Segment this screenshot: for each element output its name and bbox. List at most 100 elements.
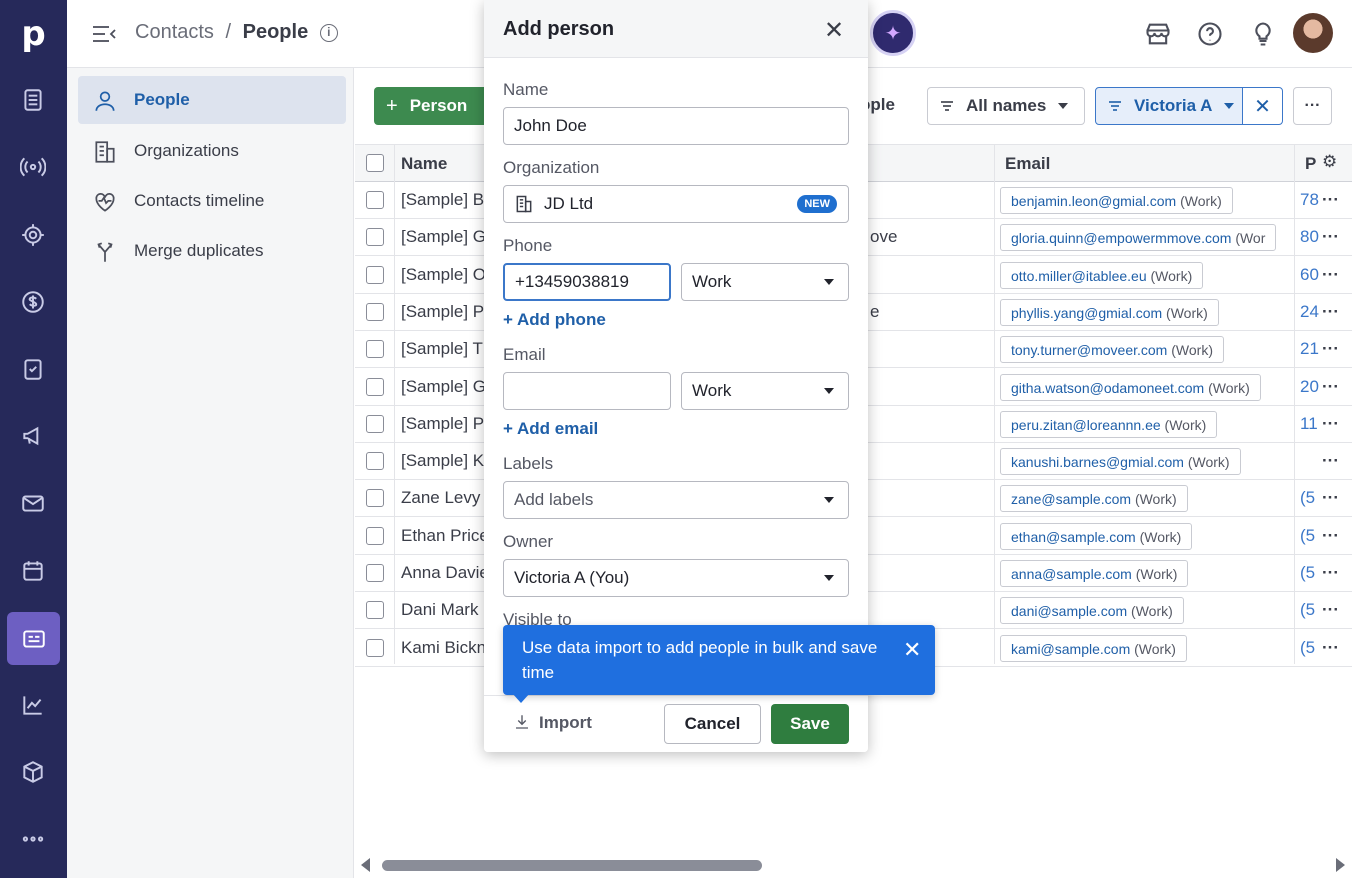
person-email[interactable]: kanushi.barnes@gmial.com (Work) bbox=[1000, 448, 1241, 476]
more-options-button[interactable]: ··· bbox=[1293, 87, 1332, 125]
row-checkbox[interactable] bbox=[366, 564, 384, 582]
row-menu-icon[interactable]: ··· bbox=[1322, 377, 1339, 397]
add-email-link[interactable]: + Add email bbox=[503, 419, 598, 439]
owner-filter[interactable]: Victoria A bbox=[1095, 87, 1243, 125]
row-menu-icon[interactable]: ··· bbox=[1322, 190, 1339, 210]
clear-filter-icon[interactable]: ✕ bbox=[1242, 87, 1283, 125]
person-name[interactable]: [Sample] G bbox=[401, 227, 486, 247]
row-checkbox[interactable] bbox=[366, 601, 384, 620]
row-menu-icon[interactable]: ··· bbox=[1322, 526, 1339, 546]
email-type-select[interactable]: Work bbox=[681, 372, 849, 410]
app-logo[interactable]: p bbox=[0, 14, 67, 54]
row-checkbox[interactable] bbox=[366, 340, 384, 359]
select-all-checkbox[interactable] bbox=[366, 154, 384, 172]
person-email[interactable]: kami@sample.com (Work) bbox=[1000, 634, 1187, 662]
insights-chart-icon[interactable] bbox=[12, 684, 54, 726]
name-input[interactable]: John Doe bbox=[503, 107, 849, 145]
person-phone[interactable]: 80 bbox=[1300, 227, 1319, 247]
row-menu-icon[interactable]: ··· bbox=[1322, 227, 1339, 247]
marketplace-store-icon[interactable] bbox=[1144, 20, 1172, 48]
owner-select[interactable]: Victoria A (You) bbox=[503, 559, 849, 597]
row-menu-icon[interactable]: ··· bbox=[1322, 488, 1339, 508]
help-question-icon[interactable] bbox=[1196, 20, 1224, 48]
person-email[interactable]: otto.miller@itablee.eu (Work) bbox=[1000, 261, 1204, 289]
person-email[interactable]: tony.turner@moveer.com (Work) bbox=[1000, 336, 1224, 364]
column-header-name[interactable]: Name bbox=[401, 154, 447, 174]
person-phone[interactable]: 24 bbox=[1300, 302, 1319, 322]
ai-sparkle-icon[interactable]: ✦ bbox=[870, 10, 916, 56]
person-phone[interactable]: 21 bbox=[1300, 339, 1319, 359]
scrollbar-thumb[interactable] bbox=[382, 860, 762, 871]
person-name[interactable]: Dani Mark bbox=[401, 600, 478, 620]
dollar-icon[interactable] bbox=[12, 281, 54, 323]
broadcast-icon[interactable] bbox=[12, 146, 54, 188]
row-menu-icon[interactable]: ··· bbox=[1322, 600, 1339, 620]
row-checkbox[interactable] bbox=[366, 526, 384, 545]
sidebar-item-organizations[interactable]: Organizations bbox=[78, 127, 346, 175]
add-phone-link[interactable]: + Add phone bbox=[503, 310, 606, 330]
more-apps-icon[interactable] bbox=[12, 818, 54, 860]
person-name[interactable]: Anna Davie bbox=[401, 563, 489, 583]
phone-type-select[interactable]: Work bbox=[681, 263, 849, 301]
row-menu-icon[interactable]: ··· bbox=[1322, 563, 1339, 583]
person-phone[interactable]: 11 bbox=[1300, 414, 1318, 434]
row-checkbox[interactable] bbox=[366, 302, 384, 321]
row-menu-icon[interactable]: ··· bbox=[1322, 302, 1339, 322]
person-email[interactable]: benjamin.leon@gmial.com (Work) bbox=[1000, 187, 1233, 214]
import-button[interactable]: Import bbox=[513, 713, 592, 733]
lightbulb-icon[interactable] bbox=[1249, 20, 1277, 48]
person-email[interactable]: anna@sample.com (Work) bbox=[1000, 560, 1189, 587]
horizontal-scrollbar[interactable] bbox=[355, 855, 1352, 875]
target-icon[interactable] bbox=[12, 214, 54, 256]
row-checkbox[interactable] bbox=[366, 191, 384, 209]
scroll-left-icon[interactable] bbox=[361, 858, 370, 872]
cancel-button[interactable]: Cancel bbox=[664, 704, 761, 744]
sidebar-item-contacts-timeline[interactable]: Contacts timeline bbox=[78, 177, 346, 225]
row-checkbox[interactable] bbox=[366, 489, 384, 508]
tasks-icon[interactable] bbox=[12, 348, 54, 390]
row-menu-icon[interactable]: ··· bbox=[1322, 265, 1339, 285]
person-name[interactable]: Zane Levy bbox=[401, 488, 480, 508]
person-name[interactable]: [Sample] P bbox=[401, 302, 484, 322]
person-email[interactable]: gloria.quinn@empowermmove.com (Wor bbox=[1000, 224, 1277, 252]
person-organization[interactable]: e bbox=[870, 302, 879, 322]
person-name[interactable]: [Sample] P bbox=[401, 414, 484, 434]
user-avatar[interactable] bbox=[1293, 13, 1333, 53]
row-checkbox[interactable] bbox=[366, 377, 384, 396]
info-icon[interactable]: i bbox=[319, 24, 338, 42]
column-header-email[interactable]: Email bbox=[1005, 154, 1050, 174]
person-email[interactable]: phyllis.yang@gmial.com (Work) bbox=[1000, 298, 1219, 326]
person-name[interactable]: [Sample] B bbox=[401, 190, 484, 210]
contacts-card-icon[interactable] bbox=[7, 612, 60, 665]
person-organization[interactable]: ove bbox=[870, 227, 897, 247]
column-settings-gear-icon[interactable]: ⚙ bbox=[1322, 152, 1337, 172]
person-phone[interactable]: (5 bbox=[1300, 600, 1315, 620]
person-name[interactable]: [Sample] K bbox=[401, 451, 484, 471]
row-menu-icon[interactable]: ··· bbox=[1322, 414, 1339, 434]
mail-icon[interactable] bbox=[12, 482, 54, 524]
person-phone[interactable]: (5 bbox=[1300, 526, 1315, 546]
sidebar-item-people[interactable]: People bbox=[78, 76, 346, 124]
megaphone-icon[interactable] bbox=[12, 415, 54, 457]
close-icon[interactable]: ✕ bbox=[824, 16, 844, 45]
column-header-phone[interactable]: P bbox=[1305, 154, 1316, 174]
all-names-filter[interactable]: All names bbox=[927, 87, 1085, 125]
products-box-icon[interactable] bbox=[12, 751, 54, 793]
person-email[interactable]: dani@sample.com (Work) bbox=[1000, 597, 1184, 625]
collapse-menu-icon[interactable] bbox=[91, 22, 117, 46]
save-button[interactable]: Save bbox=[771, 704, 849, 744]
row-checkbox[interactable] bbox=[366, 452, 384, 471]
row-menu-icon[interactable]: ··· bbox=[1322, 451, 1339, 471]
person-name[interactable]: [Sample] T bbox=[401, 339, 483, 359]
person-email[interactable]: zane@sample.com (Work) bbox=[1000, 485, 1188, 513]
person-name[interactable]: [Sample] O bbox=[401, 265, 486, 285]
person-phone[interactable]: (5 bbox=[1300, 488, 1315, 508]
person-email[interactable]: ethan@sample.com (Work) bbox=[1000, 522, 1193, 550]
row-checkbox[interactable] bbox=[366, 265, 384, 284]
email-input[interactable] bbox=[503, 372, 671, 410]
person-phone[interactable]: (5 bbox=[1300, 563, 1315, 583]
calendar-icon[interactable] bbox=[12, 550, 54, 592]
phone-input[interactable]: +13459038819 bbox=[503, 263, 671, 301]
row-checkbox[interactable] bbox=[366, 228, 384, 247]
person-phone[interactable]: 20 bbox=[1300, 377, 1319, 397]
